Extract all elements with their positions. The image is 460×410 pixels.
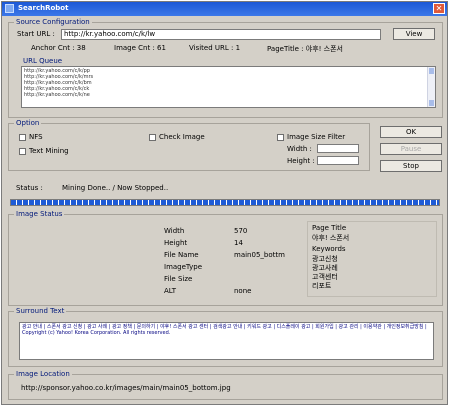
file-size-label: File Size <box>164 275 193 283</box>
close-button[interactable]: ✕ <box>433 3 445 14</box>
app-icon <box>5 4 14 13</box>
start-url-label: Start URL : <box>17 30 55 38</box>
height-prop-label: Height <box>164 239 188 247</box>
height-label: Height : <box>287 157 315 165</box>
keyword-item: 리포트 <box>312 282 332 290</box>
view-button[interactable]: View <box>393 28 435 40</box>
text-mining-checkbox[interactable] <box>19 148 26 155</box>
scroll-up-icon[interactable] <box>429 68 434 74</box>
close-icon: ✕ <box>435 4 443 13</box>
url-queue-scrollbar[interactable] <box>427 67 435 107</box>
surround-text-area[interactable]: 광고 안내 | 스폰서 광고 신청 | 광고 사례 | 광고 정책 | 문의하기… <box>19 322 434 360</box>
image-size-filter-label: Image Size Filter <box>287 133 346 141</box>
option-group: Option NFS Text Mining Check Image Image… <box>8 119 370 171</box>
url-queue-list[interactable]: http://kr.yahoo.com/c/k/pp http://kr.yah… <box>21 66 436 108</box>
height-input[interactable] <box>317 156 359 165</box>
alt-value: none <box>234 287 252 295</box>
image-count: Image Cnt : 61 <box>114 44 166 52</box>
keywords-label: Keywords <box>312 245 346 253</box>
scroll-down-icon[interactable] <box>429 100 434 106</box>
title-bar: SearchRobot ✕ <box>2 2 447 16</box>
list-item[interactable]: http://kr.yahoo.com/c/k/ne <box>22 92 435 98</box>
progress-bar <box>10 199 440 206</box>
url-queue-items: http://kr.yahoo.com/c/k/pp http://kr.yah… <box>22 67 435 98</box>
url-queue-label: URL Queue <box>23 57 63 65</box>
width-input[interactable] <box>317 144 359 153</box>
surround-text-label: Surround Text <box>14 307 67 315</box>
check-image-label: Check Image <box>159 133 205 141</box>
page-title-header: Page Title <box>312 224 347 232</box>
source-configuration-group: Source Configuration Start URL : http://… <box>8 18 443 118</box>
pause-button[interactable]: Pause <box>380 143 442 155</box>
image-type-label: ImageType <box>164 263 203 271</box>
width-prop-label: Width <box>164 227 185 235</box>
nfs-label: NFS <box>29 133 43 141</box>
image-location-group: Image Location http://sponsor.yahoo.co.k… <box>8 370 443 400</box>
page-title-box: Page Title 야후! 스폰서 Keywords 광고신청 광고사례 고객… <box>307 221 437 297</box>
alt-label: ALT <box>164 287 177 295</box>
width-prop-value: 570 <box>234 227 248 235</box>
image-location-label: Image Location <box>14 370 72 378</box>
start-url-input[interactable]: http://kr.yahoo.com/c/k/lw <box>61 29 381 40</box>
text-mining-label: Text Mining <box>29 147 69 155</box>
image-status-label: Image Status <box>14 210 65 218</box>
status-value: Mining Done.. / Now Stopped.. <box>62 184 169 192</box>
main-window: SearchRobot ✕ Source Configuration Start… <box>1 1 448 405</box>
check-image-checkbox[interactable] <box>149 134 156 141</box>
source-configuration-label: Source Configuration <box>14 18 92 26</box>
file-name-value: main05_bottm <box>234 251 285 259</box>
status-label: Status : <box>16 184 43 192</box>
visited-url-count: Visited URL : 1 <box>189 44 241 52</box>
surround-text-group: Surround Text 광고 안내 | 스폰서 광고 신청 | 광고 사례 … <box>8 307 443 367</box>
nfs-checkbox[interactable] <box>19 134 26 141</box>
anchor-count: Anchor Cnt : 38 <box>31 44 86 52</box>
file-name-label: File Name <box>164 251 199 259</box>
page-title-value: 야후! 스폰서 <box>312 234 350 242</box>
page-title-readout: PageTitle : 야후! 스폰서 <box>267 45 343 53</box>
width-label: Width : <box>287 145 312 153</box>
stop-button[interactable]: Stop <box>380 160 442 172</box>
option-label: Option <box>14 119 42 127</box>
height-prop-value: 14 <box>234 239 243 247</box>
image-status-group: Image Status Width 570 Height 14 File Na… <box>8 210 443 306</box>
image-location-value[interactable]: http://sponsor.yahoo.co.kr/images/main/m… <box>21 384 231 392</box>
window-title: SearchRobot <box>18 4 69 12</box>
ok-button[interactable]: OK <box>380 126 442 138</box>
image-size-filter-checkbox[interactable] <box>277 134 284 141</box>
